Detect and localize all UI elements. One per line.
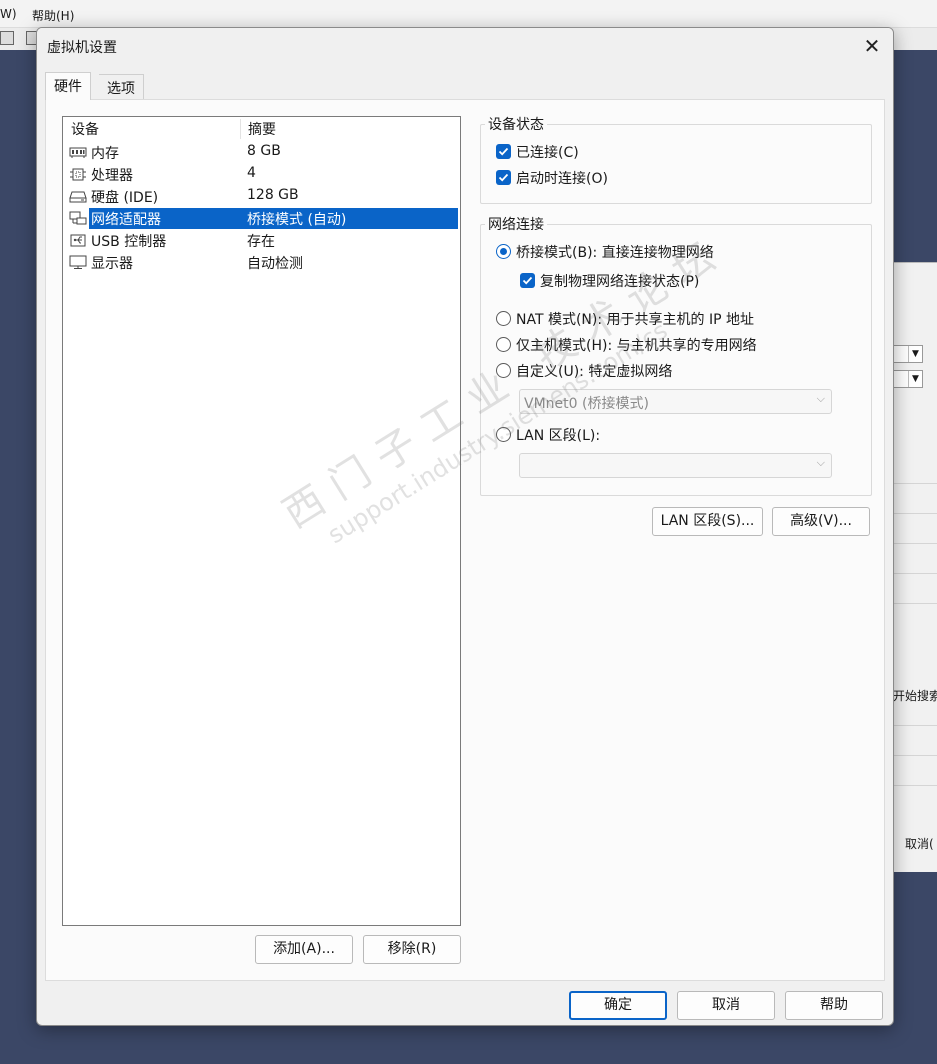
cancel-button[interactable]: 取消 xyxy=(677,991,775,1020)
divider xyxy=(893,513,937,514)
close-button[interactable]: ✕ xyxy=(855,32,889,60)
device-row-usb-controller[interactable]: USB 控制器 存在 xyxy=(67,230,458,251)
memory-icon xyxy=(69,147,87,158)
divider xyxy=(893,785,937,786)
bridged-radio[interactable] xyxy=(496,244,511,259)
usb-icon xyxy=(70,234,86,247)
chevron-down-icon: ⌵ xyxy=(816,392,825,405)
connect-at-power-on-checkbox[interactable] xyxy=(496,170,511,185)
dialog-titlebar[interactable]: 虚拟机设置 ✕ xyxy=(37,28,893,64)
connected-label[interactable]: 已连接(C) xyxy=(516,142,579,162)
chevron-down-icon: ⌵ xyxy=(816,456,825,469)
column-header-summary[interactable]: 摘要 xyxy=(248,119,276,141)
device-summary: 8 GB xyxy=(247,143,281,159)
lan-segment-label[interactable]: LAN 区段(L): xyxy=(516,425,600,445)
background-cancel-label[interactable]: 取消( xyxy=(905,835,934,852)
replicate-state-label[interactable]: 复制物理网络连接状态(P) xyxy=(540,271,699,291)
host-only-label[interactable]: 仅主机模式(H): 与主机共享的专用网络 xyxy=(516,335,757,355)
custom-label[interactable]: 自定义(U): 特定虚拟网络 xyxy=(516,361,672,381)
lan-segments-button[interactable]: LAN 区段(S)... xyxy=(652,507,763,536)
vm-settings-dialog: 虚拟机设置 ✕ 硬件 选项 设备 摘要 内存 8 GB 处理器 4 硬盘 (ID… xyxy=(36,27,894,1026)
custom-radio[interactable] xyxy=(496,363,511,378)
device-name: 处理器 xyxy=(91,168,133,184)
divider xyxy=(893,725,937,726)
column-header-device[interactable]: 设备 xyxy=(71,119,99,141)
device-summary: 4 xyxy=(247,165,256,181)
hard-disk-icon xyxy=(69,191,87,203)
ok-button[interactable]: 确定 xyxy=(569,991,667,1020)
device-summary: 自动检测 xyxy=(247,256,303,272)
radio-dot xyxy=(500,248,507,255)
background-menubar: W) 帮助(H) xyxy=(0,0,937,28)
background-search-label[interactable]: 开始搜索 xyxy=(893,687,937,704)
custom-network-select[interactable]: VMnet0 (桥接模式) ⌵ xyxy=(519,389,832,414)
divider xyxy=(893,573,937,574)
device-name: 显示器 xyxy=(91,256,133,272)
chevron-down-icon: ▼ xyxy=(908,346,922,362)
checkmark-icon xyxy=(522,276,533,285)
nat-label[interactable]: NAT 模式(N): 用于共享主机的 IP 地址 xyxy=(516,309,754,329)
device-name: 硬盘 (IDE) xyxy=(91,190,159,206)
divider xyxy=(893,483,937,484)
network-connection-label: 网络连接 xyxy=(485,214,547,234)
network-adapter-icon xyxy=(69,211,87,225)
device-summary: 桥接模式 (自动) xyxy=(247,212,347,228)
lan-segment-select[interactable]: ⌵ xyxy=(519,453,832,478)
background-dropdown[interactable]: ▼ xyxy=(893,370,923,388)
device-row-display[interactable]: 显示器 自动检测 xyxy=(67,252,458,273)
display-icon xyxy=(69,255,87,269)
hardware-tab-panel: 设备 摘要 内存 8 GB 处理器 4 硬盘 (IDE) 128 GB 网络适配… xyxy=(45,99,885,981)
device-summary: 存在 xyxy=(247,234,275,250)
divider xyxy=(893,603,937,604)
divider xyxy=(893,755,937,756)
device-row-hard-disk[interactable]: 硬盘 (IDE) 128 GB xyxy=(67,186,458,207)
background-menu-help[interactable]: 帮助(H) xyxy=(32,7,74,24)
tab-options[interactable]: 选项 xyxy=(99,74,144,100)
device-list[interactable]: 设备 摘要 内存 8 GB 处理器 4 硬盘 (IDE) 128 GB 网络适配… xyxy=(62,116,461,926)
device-name: 内存 xyxy=(91,146,119,162)
toolbar-icon[interactable] xyxy=(0,31,14,45)
advanced-button[interactable]: 高级(V)... xyxy=(772,507,870,536)
custom-network-value: VMnet0 (桥接模式) xyxy=(524,396,649,412)
column-separator xyxy=(240,119,241,139)
dialog-title: 虚拟机设置 xyxy=(47,40,117,56)
device-row-memory[interactable]: 内存 8 GB xyxy=(67,142,458,163)
device-name: 网络适配器 xyxy=(91,212,161,228)
lan-segment-radio[interactable] xyxy=(496,427,511,442)
help-button[interactable]: 帮助 xyxy=(785,991,883,1020)
checkmark-icon xyxy=(498,147,509,156)
chevron-down-icon: ▼ xyxy=(908,371,922,387)
device-summary: 128 GB xyxy=(247,187,299,203)
device-row-network-adapter[interactable]: 网络适配器 桥接模式 (自动) xyxy=(67,208,458,229)
remove-device-button[interactable]: 移除(R) xyxy=(363,935,461,964)
device-status-label: 设备状态 xyxy=(485,114,547,134)
checkmark-icon xyxy=(498,173,509,182)
background-menu-item[interactable]: W) xyxy=(0,7,17,21)
device-row-processor[interactable]: 处理器 4 xyxy=(67,164,458,185)
connect-at-power-on-label[interactable]: 启动时连接(O) xyxy=(516,168,608,188)
host-only-radio[interactable] xyxy=(496,337,511,352)
bridged-label[interactable]: 桥接模式(B): 直接连接物理网络 xyxy=(516,242,714,262)
background-panel: ▼ ▼ 开始搜索 取消( xyxy=(893,262,937,872)
divider xyxy=(893,543,937,544)
device-status-group xyxy=(480,124,872,204)
add-device-button[interactable]: 添加(A)... xyxy=(255,935,353,964)
processor-icon xyxy=(70,168,86,181)
device-name: USB 控制器 xyxy=(91,234,167,250)
nat-radio[interactable] xyxy=(496,311,511,326)
background-dropdown[interactable]: ▼ xyxy=(893,345,923,363)
connected-checkbox[interactable] xyxy=(496,144,511,159)
tab-hardware[interactable]: 硬件 xyxy=(45,72,91,100)
replicate-state-checkbox[interactable] xyxy=(520,273,535,288)
close-icon: ✕ xyxy=(863,34,881,58)
